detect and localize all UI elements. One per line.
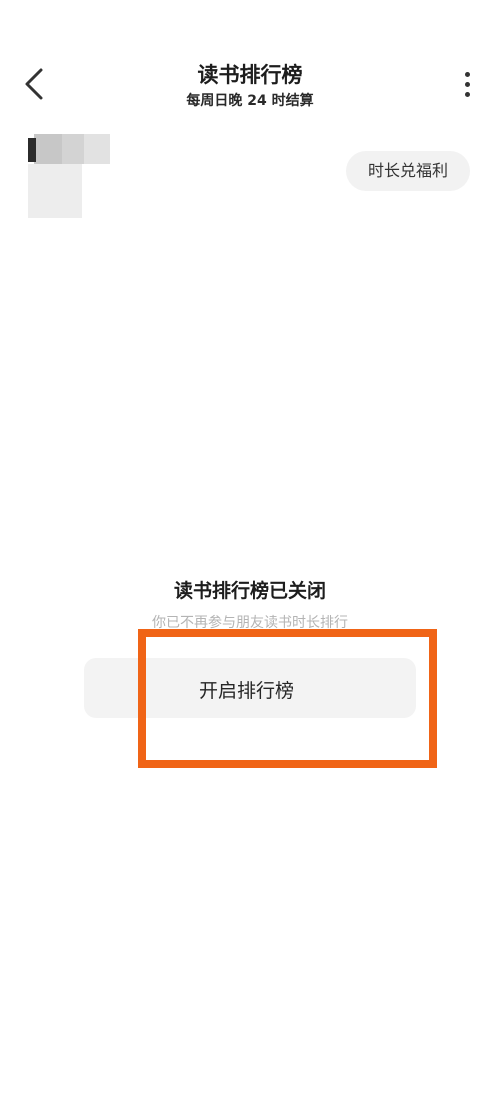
page-title: 读书排行榜: [197, 63, 303, 87]
page: 读书排行榜 每周日晚 24 时结算 时长兑福利 读书排行榜已关闭 你已不再参与朋…: [0, 0, 500, 1100]
open-ranking-label: 开启排行榜: [199, 680, 295, 702]
back-button[interactable]: [14, 64, 54, 104]
more-button[interactable]: [452, 66, 482, 102]
more-vertical-icon: [464, 71, 470, 97]
blurred-avatar: [28, 134, 118, 224]
time-welfare-button[interactable]: 时长兑福利: [345, 151, 470, 191]
header: 读书排行榜 每周日晚 24 时结算: [100, 62, 400, 111]
page-subtitle: 每周日晚 24 时结算: [186, 93, 314, 109]
open-ranking-button[interactable]: 开启排行榜: [84, 658, 416, 718]
ranking-closed-description: 你已不再参与朋友读书时长排行: [152, 615, 348, 631]
chevron-left-icon: [25, 68, 43, 100]
ranking-closed-title: 读书排行榜已关闭: [173, 580, 326, 602]
